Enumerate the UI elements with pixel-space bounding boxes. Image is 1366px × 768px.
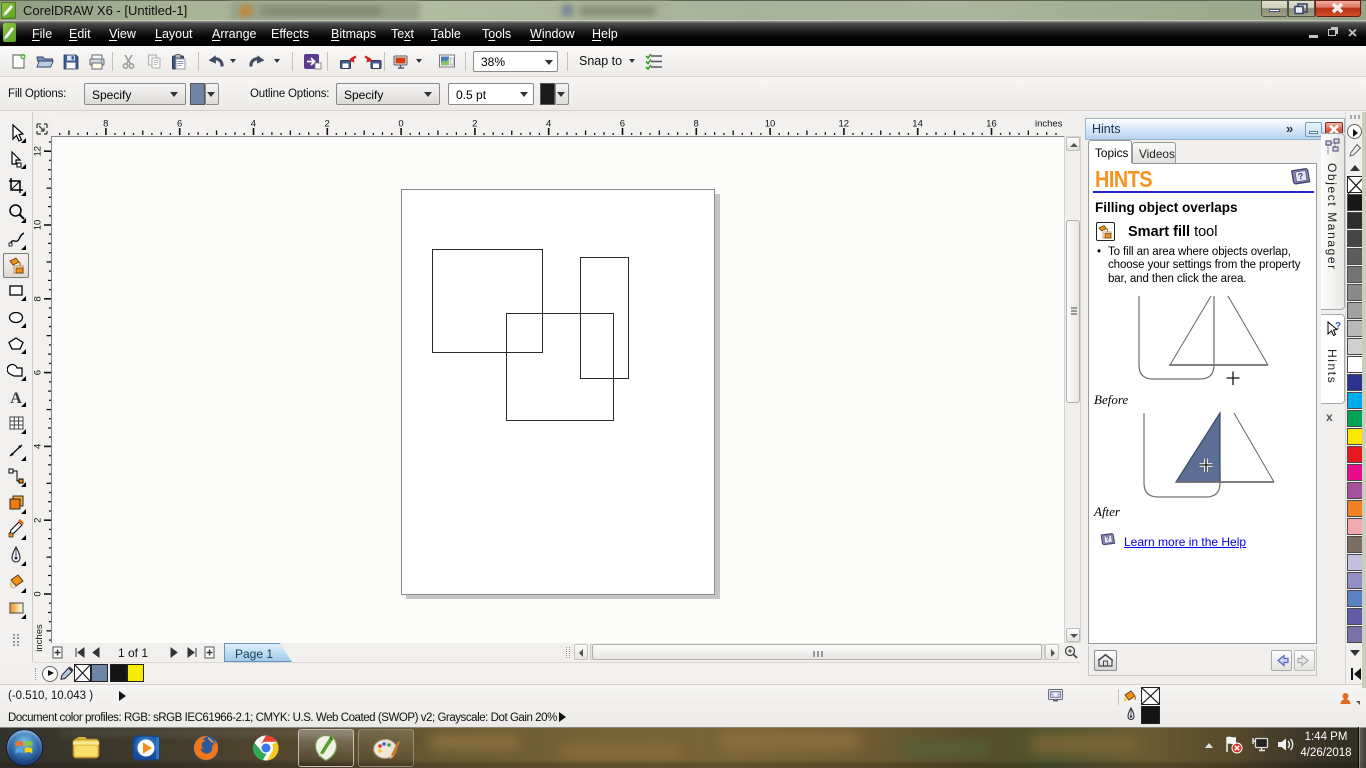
svg-text:8: 8 xyxy=(694,119,699,130)
svg-text:A: A xyxy=(10,390,22,407)
svg-text:2: 2 xyxy=(472,119,477,130)
svg-text:6: 6 xyxy=(177,119,182,130)
svg-text:8: 8 xyxy=(34,296,44,301)
svg-text:4: 4 xyxy=(34,444,44,449)
svg-text:4: 4 xyxy=(251,119,256,130)
svg-text:0: 0 xyxy=(34,591,44,596)
svg-text:10: 10 xyxy=(765,119,776,130)
svg-text:inches: inches xyxy=(34,624,45,652)
svg-text:8: 8 xyxy=(103,119,108,130)
svg-text:10: 10 xyxy=(34,220,44,231)
svg-text:16: 16 xyxy=(986,119,997,130)
svg-text:6: 6 xyxy=(34,370,44,375)
svg-text:2: 2 xyxy=(34,518,44,523)
svg-text:inches: inches xyxy=(1035,119,1063,130)
svg-text:6: 6 xyxy=(620,119,625,130)
svg-text:14: 14 xyxy=(912,119,923,130)
svg-text:?: ? xyxy=(1335,321,1341,332)
svg-text:0: 0 xyxy=(398,119,403,130)
svg-text:2: 2 xyxy=(325,119,330,130)
svg-text:12: 12 xyxy=(839,119,850,130)
svg-text:4: 4 xyxy=(546,119,551,130)
svg-text:12: 12 xyxy=(34,146,44,157)
